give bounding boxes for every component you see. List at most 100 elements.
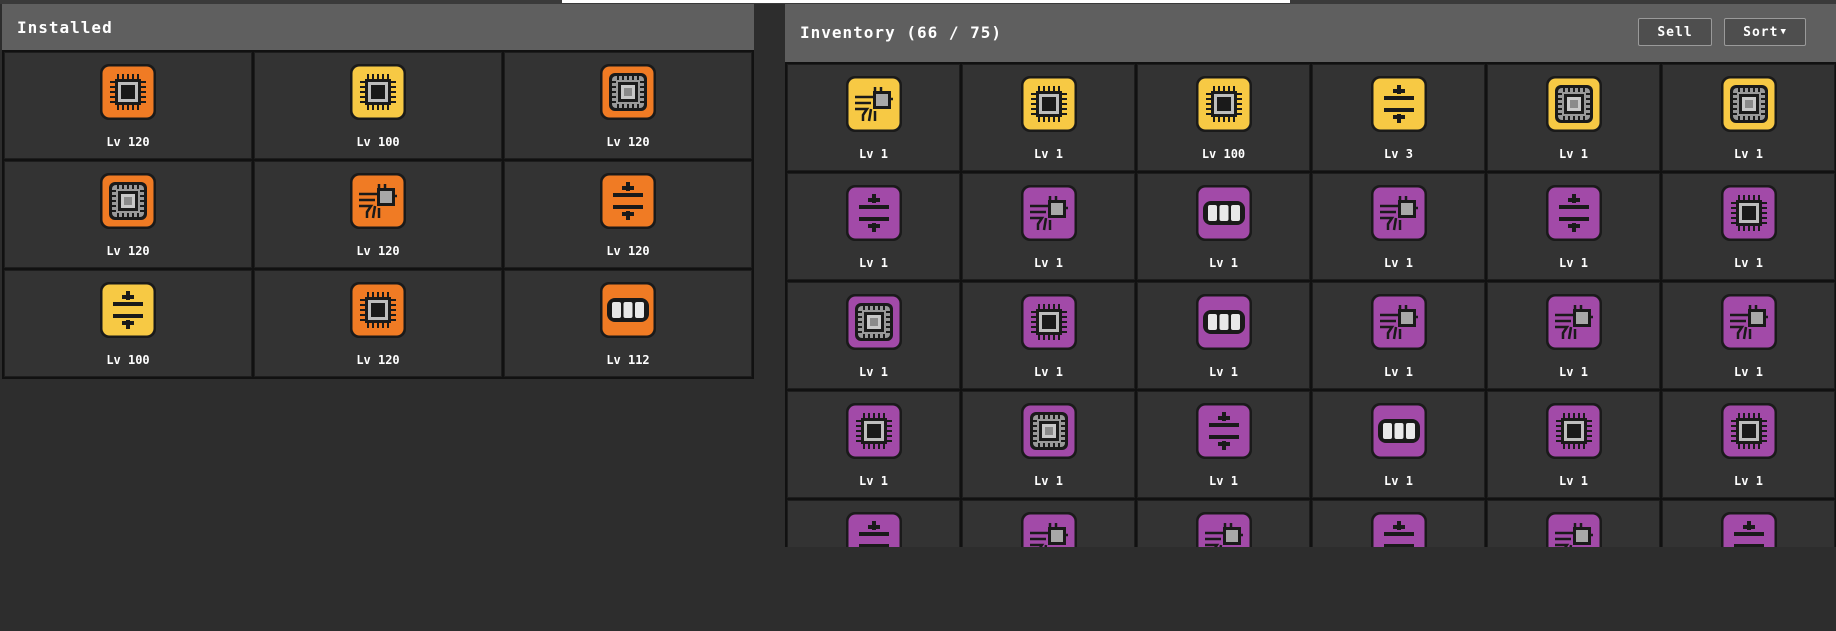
item-slot[interactable]: Lv 1 — [787, 64, 960, 171]
item-slot[interactable]: Lv 100 — [1137, 64, 1310, 171]
capacitor-icon — [1720, 511, 1778, 547]
item-level: Lv 112 — [606, 353, 650, 367]
inventory-title: Inventory (66 / 75) — [800, 23, 1003, 42]
item-level: Lv 1 — [1559, 365, 1588, 379]
item-level: Lv 100 — [1201, 147, 1246, 161]
item-level: Lv 1 — [1034, 365, 1063, 379]
item-level: Lv 1 — [1734, 365, 1763, 379]
item-level: Lv 1 — [1034, 147, 1063, 161]
inventory-scroll-area[interactable]: Lv 1 Lv 1 Lv 100 Lv 3 Lv 1 Lv 1 Lv 1 Lv … — [785, 62, 1836, 547]
capacitor-icon — [599, 172, 657, 230]
item-slot[interactable]: Lv 1 — [1312, 391, 1485, 498]
game-screen: Installed Lv 120 Lv 100 Lv 120 Lv 120 Lv… — [0, 0, 1836, 631]
item-slot[interactable]: Lv 1 — [1487, 64, 1660, 171]
item-slot[interactable] — [1312, 500, 1485, 547]
item-slot[interactable]: Lv 100 — [4, 270, 252, 377]
circuit-chip-icon — [1545, 511, 1603, 547]
item-slot[interactable]: Lv 1 — [1312, 282, 1485, 389]
item-level: Lv 120 — [356, 353, 400, 367]
item-slot[interactable]: Lv 1 — [1487, 391, 1660, 498]
item-level: Lv 120 — [356, 244, 400, 258]
item-level: Lv 120 — [106, 244, 150, 258]
top-highlight-bar — [562, 0, 1290, 3]
item-level: Lv 1 — [1734, 474, 1763, 488]
item-level: Lv 100 — [106, 353, 150, 367]
item-level: Lv 3 — [1384, 147, 1413, 161]
item-slot[interactable]: Lv 1 — [1137, 391, 1310, 498]
sort-button[interactable]: Sort ▼ — [1724, 18, 1806, 46]
item-slot[interactable]: Lv 1 — [962, 173, 1135, 280]
cpu-icon — [349, 281, 407, 339]
item-slot[interactable]: Lv 120 — [254, 270, 502, 377]
item-slot[interactable]: Lv 1 — [1137, 282, 1310, 389]
item-slot[interactable] — [1137, 500, 1310, 547]
capacitor-icon — [845, 184, 903, 242]
item-slot[interactable]: Lv 1 — [962, 64, 1135, 171]
cpu-icon — [1720, 402, 1778, 460]
item-slot[interactable] — [1662, 500, 1835, 547]
item-level: Lv 120 — [106, 135, 150, 149]
item-level: Lv 1 — [1384, 365, 1413, 379]
item-slot[interactable]: Lv 120 — [254, 161, 502, 268]
item-level: Lv 1 — [859, 256, 888, 270]
capacitor-icon — [99, 281, 157, 339]
item-level: Lv 1 — [859, 147, 888, 161]
item-level: Lv 100 — [356, 135, 400, 149]
item-level: Lv 1 — [1209, 474, 1238, 488]
item-slot[interactable]: Lv 1 — [1487, 173, 1660, 280]
installed-title: Installed — [17, 18, 113, 37]
item-level: Lv 1 — [1384, 474, 1413, 488]
battery-icon — [1370, 402, 1428, 460]
item-slot[interactable]: Lv 120 — [504, 52, 752, 159]
item-level: Lv 1 — [1209, 256, 1238, 270]
item-level: Lv 120 — [606, 244, 650, 258]
item-slot[interactable]: Lv 1 — [1662, 391, 1835, 498]
square-chip-icon — [845, 293, 903, 351]
sort-button-label: Sort — [1743, 24, 1779, 40]
square-chip-icon — [599, 63, 657, 121]
sell-button-label: Sell — [1657, 24, 1693, 40]
battery-icon — [1195, 184, 1253, 242]
item-slot[interactable]: Lv 120 — [4, 52, 252, 159]
item-slot[interactable]: Lv 1 — [787, 282, 960, 389]
item-slot[interactable] — [787, 500, 960, 547]
item-level: Lv 1 — [1734, 256, 1763, 270]
cpu-icon — [1720, 184, 1778, 242]
item-level: Lv 1 — [1734, 147, 1763, 161]
item-slot[interactable]: Lv 1 — [962, 282, 1135, 389]
circuit-chip-icon — [1020, 184, 1078, 242]
item-slot[interactable]: Lv 1 — [787, 173, 960, 280]
item-slot[interactable] — [1487, 500, 1660, 547]
cpu-icon — [349, 63, 407, 121]
item-level: Lv 1 — [1559, 474, 1588, 488]
square-chip-icon — [1020, 402, 1078, 460]
item-slot[interactable]: Lv 120 — [504, 161, 752, 268]
circuit-chip-icon — [349, 172, 407, 230]
item-slot[interactable]: Lv 100 — [254, 52, 502, 159]
item-slot[interactable]: Lv 1 — [1662, 282, 1835, 389]
item-slot[interactable] — [962, 500, 1135, 547]
battery-icon — [599, 281, 657, 339]
square-chip-icon — [99, 172, 157, 230]
item-slot[interactable]: Lv 1 — [1312, 173, 1485, 280]
item-slot[interactable]: Lv 3 — [1312, 64, 1485, 171]
item-level: Lv 1 — [1034, 256, 1063, 270]
circuit-chip-icon — [1370, 184, 1428, 242]
item-level: Lv 1 — [1209, 365, 1238, 379]
item-slot[interactable]: Lv 112 — [504, 270, 752, 377]
item-slot[interactable]: Lv 1 — [1662, 64, 1835, 171]
inventory-grid: Lv 1 Lv 1 Lv 100 Lv 3 Lv 1 Lv 1 Lv 1 Lv … — [785, 62, 1836, 547]
installed-grid: Lv 120 Lv 100 Lv 120 Lv 120 Lv 120 Lv 12… — [2, 50, 754, 379]
item-slot[interactable]: Lv 1 — [1662, 173, 1835, 280]
item-slot[interactable]: Lv 120 — [4, 161, 252, 268]
chevron-down-icon: ▼ — [1780, 27, 1787, 37]
sell-button[interactable]: Sell — [1638, 18, 1712, 46]
item-slot[interactable]: Lv 1 — [962, 391, 1135, 498]
item-level: Lv 1 — [1384, 256, 1413, 270]
item-slot[interactable]: Lv 1 — [1487, 282, 1660, 389]
capacitor-icon — [1545, 184, 1603, 242]
item-slot[interactable]: Lv 1 — [787, 391, 960, 498]
cpu-icon — [1195, 75, 1253, 133]
cpu-icon — [1020, 75, 1078, 133]
item-slot[interactable]: Lv 1 — [1137, 173, 1310, 280]
